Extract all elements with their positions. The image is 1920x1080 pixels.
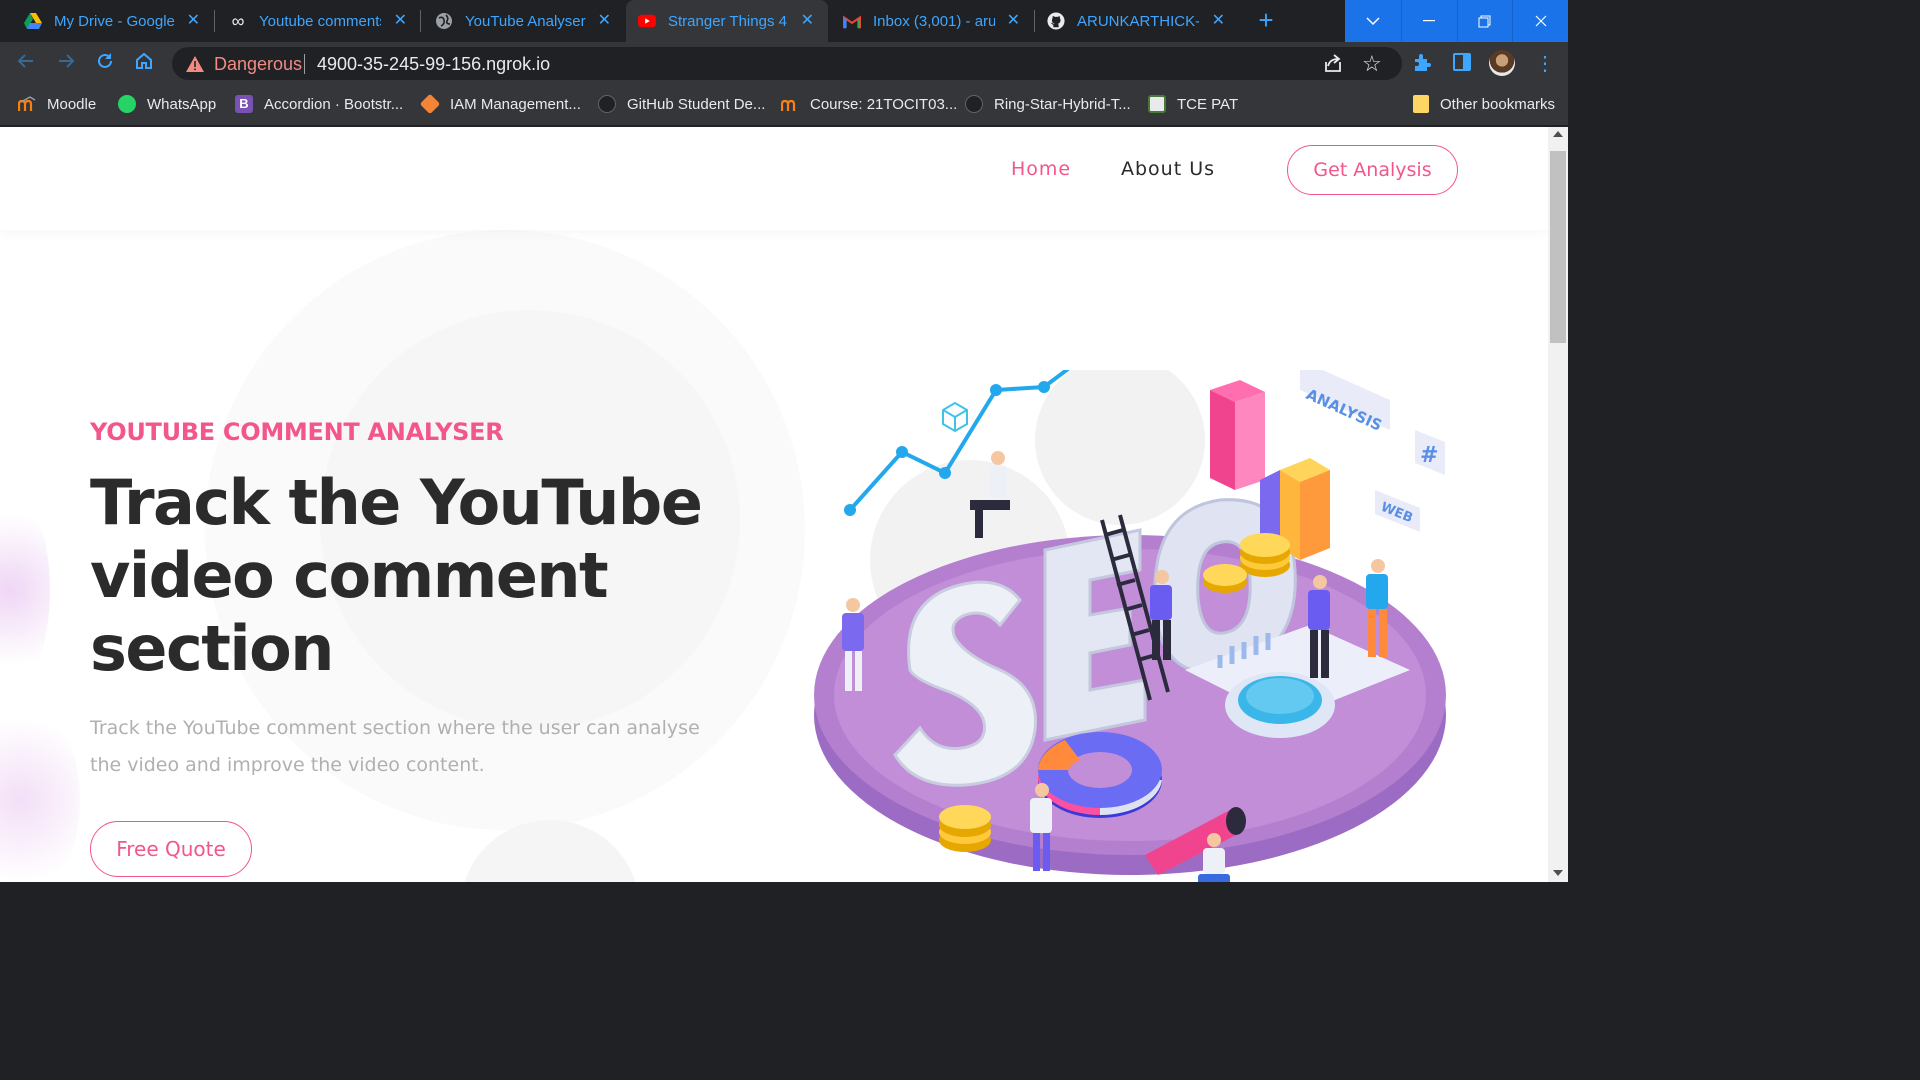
get-analysis-button[interactable]: Get Analysis bbox=[1287, 145, 1458, 195]
menu-icon[interactable]: ⋮ bbox=[1535, 51, 1555, 76]
url-text[interactable]: 4900-35-245-99-156.ngrok.io bbox=[317, 54, 550, 75]
forward-icon[interactable] bbox=[54, 51, 78, 75]
tab-title: ARUNKARTHICK-S/ bbox=[1077, 12, 1199, 30]
bookmark-label: IAM Management... bbox=[450, 95, 581, 113]
analysis-tag: ANALYSIS bbox=[1300, 370, 1390, 435]
google-drive-icon bbox=[24, 12, 42, 30]
hero-section: YOUTUBE COMMENT ANALYSER Track the YouTu… bbox=[0, 230, 1548, 882]
share-icon[interactable] bbox=[1322, 52, 1346, 76]
close-tab-icon[interactable]: ✕ bbox=[1212, 12, 1225, 30]
close-tab-icon[interactable]: ✕ bbox=[1007, 12, 1020, 30]
close-tab-icon[interactable]: ✕ bbox=[801, 12, 814, 30]
bookmark-star-icon[interactable]: ☆ bbox=[1362, 51, 1382, 77]
bookmarks-bar: Moodle WhatsApp B Accordion · Bootstr...… bbox=[0, 84, 1568, 126]
restore-icon[interactable] bbox=[1456, 0, 1513, 42]
hero-description: Track the YouTube comment section where … bbox=[90, 717, 700, 776]
donut-chart bbox=[1037, 732, 1162, 818]
background-circle bbox=[1035, 370, 1205, 525]
cube-icon bbox=[942, 401, 968, 433]
window-controls bbox=[1345, 0, 1568, 42]
security-status[interactable]: Dangerous bbox=[214, 54, 302, 75]
hero-headline: Track the YouTube video comment section bbox=[90, 466, 703, 685]
bookmark-label: GitHub Student De... bbox=[627, 95, 766, 113]
address-bar[interactable]: Dangerous 4900-35-245-99-156.ngrok.io ☆ bbox=[172, 47, 1402, 80]
profile-avatar[interactable] bbox=[1489, 50, 1515, 76]
page-scrollbar[interactable] bbox=[1548, 127, 1568, 882]
bookmark-ring-star[interactable]: Ring-Star-Hybrid-T... bbox=[965, 93, 1131, 115]
warning-icon[interactable] bbox=[185, 54, 205, 74]
infinity-icon: ∞ bbox=[231, 10, 245, 31]
bookmark-label: TCE PAT bbox=[1177, 95, 1239, 113]
tab-youtube-analyser[interactable]: YouTube Analyser! ✕ bbox=[421, 0, 625, 42]
close-tab-icon[interactable]: ✕ bbox=[598, 12, 611, 30]
tab-search-icon[interactable] bbox=[1345, 0, 1401, 42]
bookmark-label: Course: 21TOCIT03... bbox=[810, 95, 958, 113]
gmail-icon bbox=[843, 12, 861, 30]
bootstrap-icon: B bbox=[235, 95, 253, 113]
tab-github-repo[interactable]: ARUNKARTHICK-S/ ✕ bbox=[1035, 0, 1239, 42]
decorative-wave bbox=[0, 700, 80, 882]
web-tag: WEB bbox=[1375, 490, 1420, 532]
side-panel-icon[interactable] bbox=[1451, 51, 1475, 75]
whatsapp-icon bbox=[118, 95, 136, 113]
github-icon bbox=[1047, 12, 1065, 30]
nav-home-link[interactable]: Home bbox=[1011, 158, 1071, 180]
bookmark-iam[interactable]: IAM Management... bbox=[419, 93, 581, 115]
tab-title: Youtube comments bbox=[259, 12, 381, 30]
tab-my-drive[interactable]: My Drive - Google Drive ✕ bbox=[0, 0, 214, 42]
page-viewport: Home About Us Get Analysis YOUTUBE COMME… bbox=[0, 127, 1548, 882]
close-tab-icon[interactable]: ✕ bbox=[394, 12, 407, 30]
folder-icon bbox=[1413, 95, 1429, 113]
tab-strip: My Drive - Google Drive ✕ ∞ Youtube comm… bbox=[0, 0, 1568, 42]
home-icon[interactable] bbox=[132, 51, 156, 75]
github-icon bbox=[965, 95, 983, 113]
reload-icon[interactable] bbox=[93, 51, 117, 75]
hero-eyebrow: YOUTUBE COMMENT ANALYSER bbox=[90, 418, 504, 446]
bookmark-tce-pat[interactable]: TCE PAT bbox=[1148, 93, 1238, 115]
other-bookmarks-label: Other bookmarks bbox=[1440, 95, 1556, 113]
bookmark-whatsapp[interactable]: WhatsApp bbox=[118, 93, 216, 115]
seo-illustration: ANALYSIS # WEB bbox=[814, 370, 1446, 882]
moodle-icon bbox=[780, 95, 799, 113]
scroll-up-icon[interactable] bbox=[1553, 131, 1563, 137]
decorative-wave bbox=[0, 490, 50, 690]
scroll-thumb[interactable] bbox=[1550, 151, 1566, 343]
site-header: Home About Us Get Analysis bbox=[0, 127, 1548, 230]
close-window-icon[interactable] bbox=[1512, 0, 1568, 42]
tab-title: Inbox (3,001) - arun bbox=[873, 12, 995, 30]
tab-title: Stranger Things 4 | Volume 2 bbox=[668, 12, 788, 30]
globe-icon bbox=[435, 12, 453, 30]
address-divider bbox=[304, 54, 305, 74]
browser-toolbar: Dangerous 4900-35-245-99-156.ngrok.io ☆ … bbox=[0, 42, 1568, 84]
bookmark-label: WhatsApp bbox=[147, 95, 217, 113]
aws-icon bbox=[419, 93, 441, 115]
hash-tag: # bbox=[1415, 430, 1445, 475]
extensions-icon[interactable] bbox=[1411, 51, 1435, 75]
new-tab-button[interactable]: + bbox=[1252, 7, 1280, 35]
bookmark-github-student[interactable]: GitHub Student De... bbox=[598, 93, 765, 115]
close-tab-icon[interactable]: ✕ bbox=[187, 12, 200, 30]
youtube-icon bbox=[638, 12, 656, 30]
github-icon bbox=[598, 95, 616, 113]
hash-label: # bbox=[1420, 443, 1438, 468]
tab-title: My Drive - Google Drive bbox=[54, 12, 176, 30]
bookmark-label: Moodle bbox=[47, 95, 97, 113]
tab-gmail-inbox[interactable]: Inbox (3,001) - arun ✕ bbox=[831, 0, 1034, 42]
bookmark-label: Accordion · Bootstr... bbox=[264, 95, 404, 113]
bookmark-moodle[interactable]: Moodle bbox=[17, 93, 97, 115]
bookmark-course[interactable]: Course: 21TOCIT03... bbox=[780, 93, 958, 115]
bookmark-label: Ring-Star-Hybrid-T... bbox=[994, 95, 1131, 113]
moodle-icon bbox=[17, 95, 36, 113]
tab-stranger-things[interactable]: Stranger Things 4 | Volume 2 ✕ bbox=[626, 0, 828, 42]
tab-title: YouTube Analyser! bbox=[465, 12, 587, 30]
other-bookmarks[interactable]: Other bookmarks bbox=[1413, 93, 1555, 115]
tce-icon bbox=[1148, 95, 1166, 113]
tab-youtube-comments[interactable]: ∞ Youtube comments ✕ bbox=[215, 0, 421, 42]
back-icon[interactable] bbox=[14, 51, 38, 75]
bookmark-bootstrap[interactable]: B Accordion · Bootstr... bbox=[235, 93, 403, 115]
nav-about-link[interactable]: About Us bbox=[1121, 158, 1215, 180]
scroll-down-icon[interactable] bbox=[1553, 870, 1563, 876]
minimize-icon[interactable] bbox=[1400, 0, 1457, 42]
free-quote-button[interactable]: Free Quote bbox=[90, 821, 252, 877]
